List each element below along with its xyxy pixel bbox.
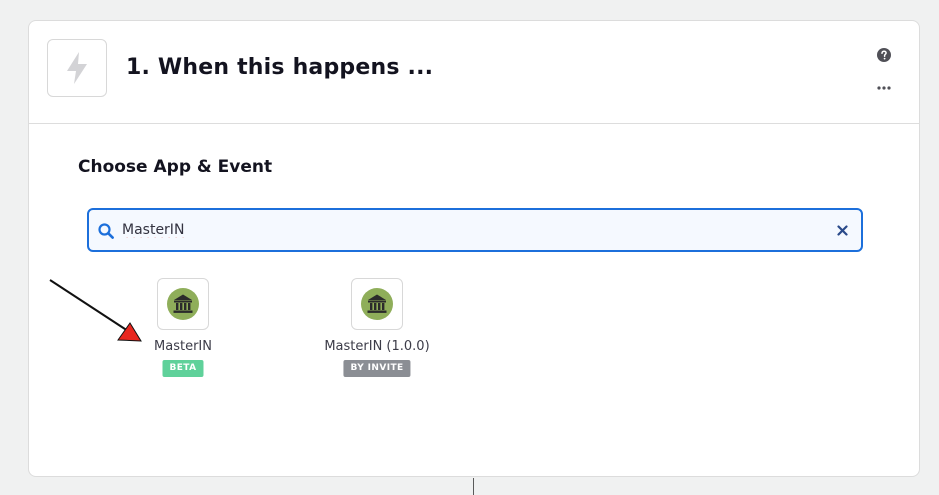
beta-badge: BETA bbox=[162, 360, 204, 377]
by-invite-badge: BY INVITE bbox=[343, 360, 411, 377]
step-header: 1. When this happens ... bbox=[29, 21, 919, 124]
app-result-masterin[interactable]: MasterIN BETA bbox=[103, 278, 263, 388]
search-input[interactable] bbox=[122, 219, 822, 241]
app-name: MasterIN bbox=[154, 339, 212, 354]
app-logo bbox=[351, 278, 403, 330]
close-icon[interactable] bbox=[837, 225, 848, 236]
trigger-app-icon-box[interactable] bbox=[47, 39, 107, 97]
app-name: MasterIN (1.0.0) bbox=[324, 339, 430, 354]
bank-building-icon bbox=[361, 288, 393, 320]
ellipsis-icon[interactable] bbox=[877, 85, 891, 91]
trigger-step-card: 1. When this happens ... Choose App & Ev… bbox=[28, 20, 920, 477]
step-connector-line bbox=[473, 478, 474, 495]
section-title: Choose App & Event bbox=[78, 157, 273, 177]
step-title: 1. When this happens ... bbox=[126, 55, 434, 80]
app-result-masterin-1-0-0[interactable]: MasterIN (1.0.0) BY INVITE bbox=[297, 278, 457, 388]
app-search-box[interactable] bbox=[87, 208, 863, 252]
bank-building-icon bbox=[167, 288, 199, 320]
app-logo bbox=[157, 278, 209, 330]
question-circle-icon[interactable] bbox=[877, 48, 891, 62]
search-icon bbox=[98, 223, 114, 239]
lightning-bolt-icon bbox=[67, 52, 87, 84]
